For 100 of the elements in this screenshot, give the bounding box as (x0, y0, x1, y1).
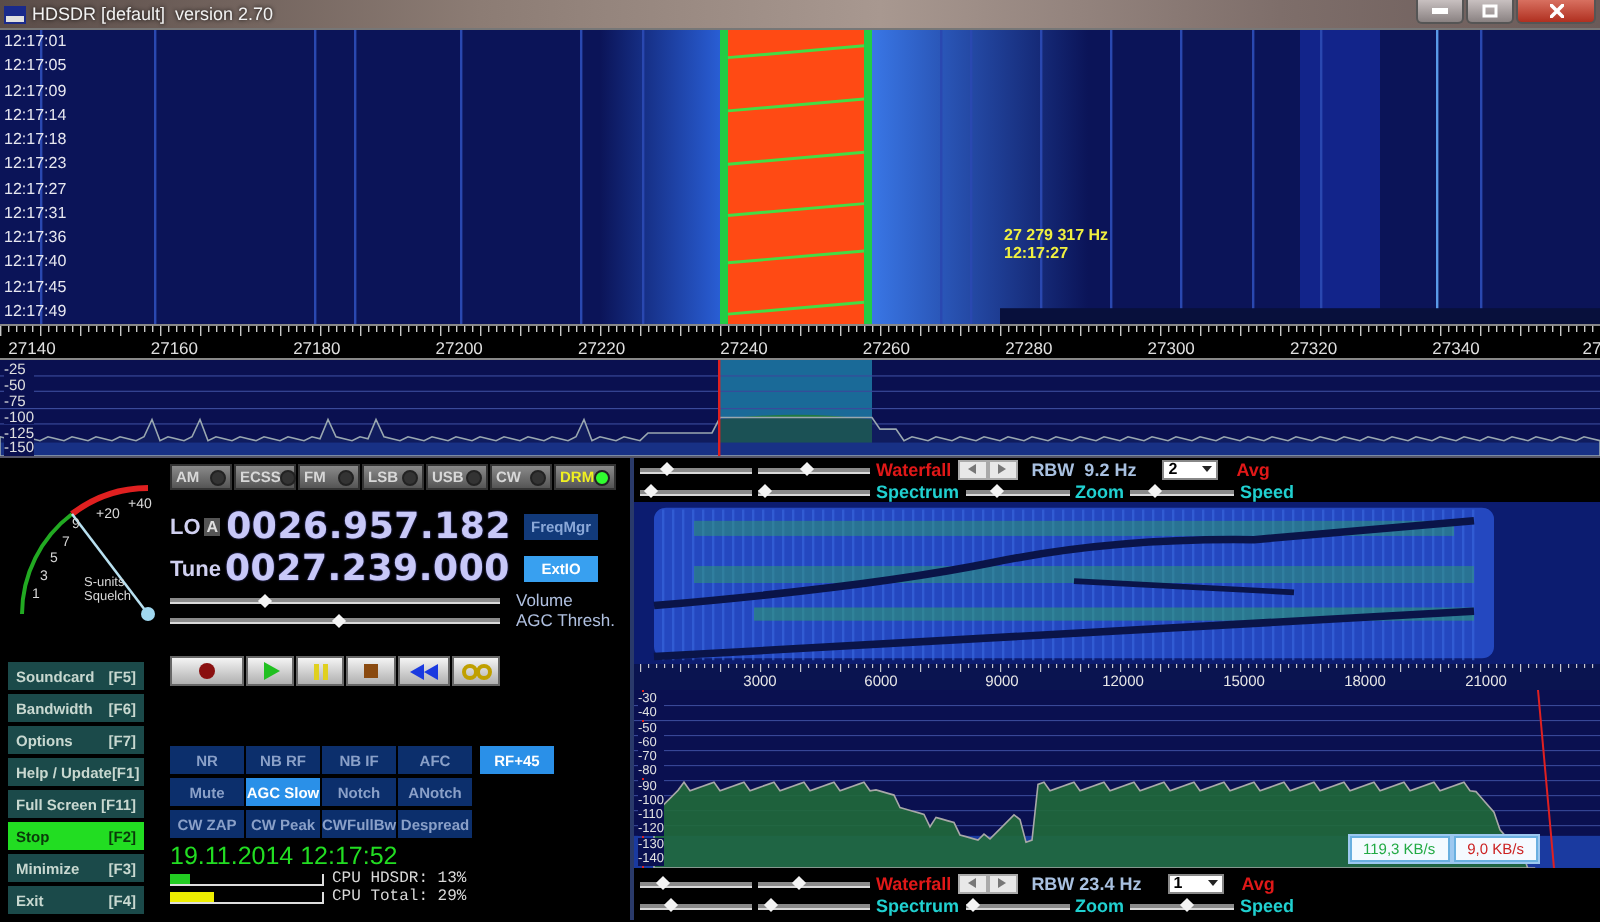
slider-track[interactable] (640, 897, 752, 913)
time-label: 12:17:36 (4, 228, 67, 247)
zoom-label: Zoom (1075, 481, 1125, 501)
slider-track[interactable] (170, 612, 500, 628)
rewind-icon (410, 663, 438, 679)
slider-thumb[interactable] (659, 461, 674, 477)
frequency-label: 27300 (1145, 338, 1197, 358)
rbw-increase-button[interactable] (987, 873, 1018, 893)
s-meter-drawing (20, 485, 155, 621)
rbw-readout: RBW 23.4 Hz (1031, 873, 1142, 893)
right-arrow-icon (998, 464, 1007, 474)
time-label: 12:17:18 (4, 130, 67, 149)
tune-label: Tune (170, 557, 221, 581)
time-label: 12:17:31 (4, 203, 67, 222)
slider-track[interactable] (758, 875, 870, 891)
time-label: 12:17:45 (4, 277, 67, 296)
record-icon (198, 662, 216, 680)
slider-thumb[interactable] (799, 461, 814, 477)
right-arrow-icon (998, 878, 1007, 888)
time-label: 12:17:05 (4, 56, 67, 75)
rbw-readout: RBW 9.2 Hz (1031, 459, 1137, 479)
frequency-label: 27280 (1003, 338, 1055, 358)
rbw-decrease-button[interactable] (957, 873, 988, 893)
pause-button[interactable] (296, 656, 344, 686)
zoom-label: Zoom (1075, 895, 1125, 915)
time-label: 12:17:27 (4, 179, 67, 198)
stop-icon (364, 664, 378, 678)
slider-thumb[interactable] (664, 897, 679, 913)
slider-thumb[interactable] (764, 897, 779, 913)
frequency-label: 27240 (718, 338, 770, 358)
slider-track[interactable] (170, 592, 500, 608)
slider-label: Volume (516, 590, 573, 610)
play-icon (261, 662, 279, 680)
slider-thumb[interactable] (964, 897, 980, 913)
slider-thumb[interactable] (792, 875, 807, 891)
speed-label: Speed (1240, 481, 1295, 501)
frequency-label: 27200 (433, 338, 485, 358)
slider-thumb[interactable] (989, 483, 1004, 499)
frequency-label: 27 (1580, 338, 1600, 358)
close-icon (1549, 4, 1563, 18)
spectrum-label: Spectrum (876, 481, 960, 501)
close-button[interactable] (1516, 0, 1596, 24)
minimize-button[interactable] (1416, 0, 1464, 24)
marker-frequency: 27 279 317 Hz (1004, 226, 1109, 244)
rbw-decrease-button[interactable] (957, 459, 988, 479)
speed-label: Speed (1240, 895, 1295, 915)
slider-thumb[interactable] (258, 592, 273, 608)
rbw-increase-button[interactable] (987, 459, 1018, 479)
slider-thumb[interactable] (1147, 483, 1163, 499)
tune-frequency: 0027.239.000 (224, 548, 512, 590)
time-label: 12:17:40 (4, 252, 67, 271)
spectrum-label: Spectrum (876, 895, 960, 915)
cpu-label: CPU Total: 29% (332, 888, 467, 906)
slider-track[interactable] (640, 875, 752, 891)
time-label: 12:17:09 (4, 81, 67, 100)
slider-label: AGC Thresh. (516, 610, 615, 630)
slider-track[interactable] (965, 483, 1070, 499)
average-dropdown[interactable]: 1 (1167, 873, 1224, 893)
frequency-label: 27160 (148, 338, 200, 358)
slider-track[interactable] (758, 897, 870, 913)
slider-track[interactable] (640, 461, 752, 477)
maximize-icon (1482, 4, 1498, 18)
slider-track[interactable] (640, 483, 752, 499)
slider-thumb[interactable] (655, 875, 670, 891)
window-title: HDSDR [default] version 2.70 (32, 4, 274, 24)
left-arrow-icon (968, 878, 977, 888)
average-dropdown[interactable]: 2 (1162, 459, 1219, 479)
left-arrow-icon (968, 464, 977, 474)
pause-icon (313, 663, 327, 679)
slider-thumb[interactable] (644, 483, 659, 499)
slider-track[interactable] (758, 483, 870, 499)
time-label: 12:17:14 (4, 105, 67, 124)
cpu-label: CPU HDSDR: 13% (332, 870, 467, 888)
marker-time: 12:17:27 (1004, 244, 1071, 262)
time-label: 12:17:01 (4, 32, 67, 50)
slider-track[interactable] (965, 897, 1070, 913)
slider-thumb[interactable] (1179, 897, 1194, 913)
play-button[interactable] (246, 656, 294, 686)
loop-icon (461, 663, 491, 679)
time-label: 12:17:23 (4, 154, 67, 173)
loop-button[interactable] (452, 656, 500, 686)
avg-label: Avg (1236, 459, 1270, 479)
slider-thumb[interactable] (331, 612, 346, 628)
record-button[interactable] (170, 656, 244, 686)
waterfall-label: Waterfall (876, 459, 952, 479)
frequency-label: 27340 (1430, 338, 1482, 358)
vfo-tag: A (204, 518, 221, 536)
frequency-label: 27320 (1287, 338, 1340, 358)
time-label: 12:17:49 (4, 301, 67, 320)
minimize-icon (1432, 8, 1448, 14)
maximize-button[interactable] (1466, 0, 1514, 24)
slider-track[interactable] (1130, 897, 1235, 913)
slider-thumb[interactable] (757, 483, 773, 499)
app-icon (4, 5, 26, 23)
stop-button[interactable] (346, 656, 396, 686)
date-time: 19.11.2014 12:17:52 (170, 842, 400, 870)
slider-track[interactable] (758, 461, 870, 477)
caret-icon (1207, 880, 1218, 886)
slider-track[interactable] (1130, 483, 1235, 499)
rewind-button[interactable] (398, 656, 450, 686)
